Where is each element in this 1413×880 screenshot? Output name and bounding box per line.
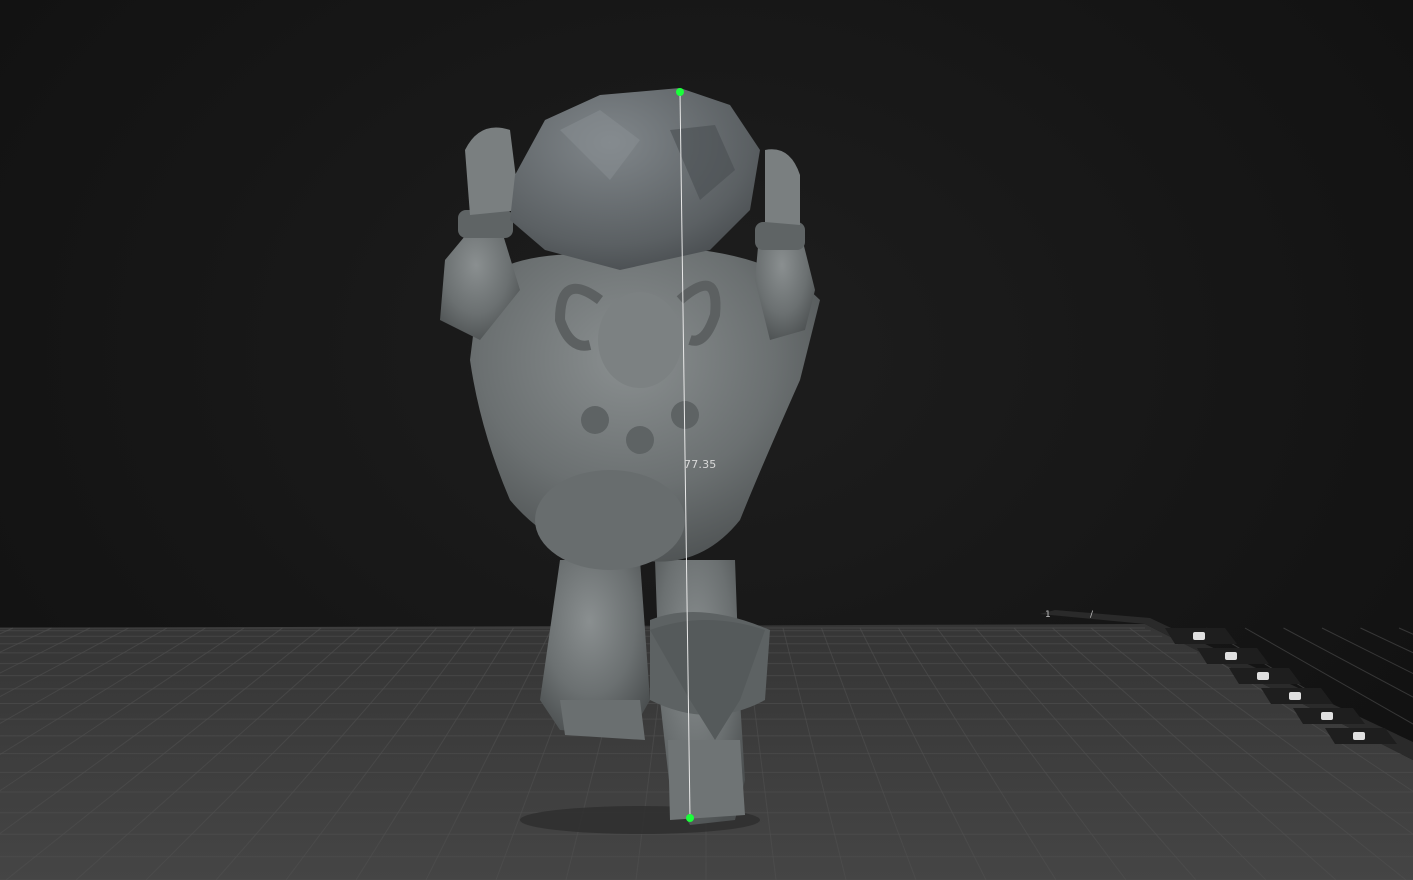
axis-icon[interactable] [1325,728,1397,744]
lock-icon[interactable] [1293,708,1365,724]
scissors-icon[interactable] [1165,628,1237,644]
measure-point-top[interactable] [676,88,684,96]
measurement-value: 77.35 [684,458,717,471]
camera-icon[interactable] [1197,648,1269,664]
plate-corner-label-2: / [1090,610,1094,620]
folder-icon[interactable] [1261,688,1333,704]
screen-icon[interactable] [1229,668,1301,684]
3d-viewport[interactable]: 77.35 1 / [0,0,1413,880]
scene-canvas[interactable] [0,0,1413,880]
plate-corner-label-1: 1 [1045,610,1051,620]
measure-point-bottom[interactable] [686,814,694,822]
